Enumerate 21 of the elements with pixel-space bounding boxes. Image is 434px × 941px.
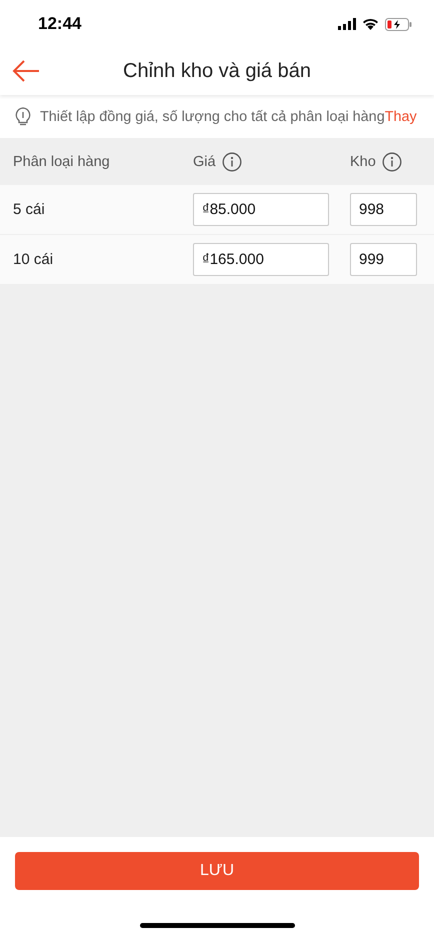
tip-text: Thiết lập đồng giá, số lượng cho tất cả phân loại hàng xyxy=(40,108,385,124)
status-time: 12:44 xyxy=(38,14,82,34)
info-icon[interactable] xyxy=(382,152,402,172)
battery-icon xyxy=(385,18,412,30)
variant-name: 5 cái xyxy=(13,201,46,218)
change-link[interactable]: Thay xyxy=(384,108,417,124)
price-field[interactable]: ₫165.000 xyxy=(193,243,329,276)
save-button[interactable]: LƯU xyxy=(15,852,419,890)
column-header: Kho xyxy=(350,154,376,170)
page-title: Chỉnh kho và giá bán xyxy=(123,60,311,83)
stock-field[interactable]: 999 xyxy=(350,243,417,276)
column-header: Giá xyxy=(193,154,216,170)
column-header: Phân loại hàng xyxy=(13,154,110,170)
stock-field[interactable]: 998 xyxy=(350,193,417,226)
signal-icon xyxy=(338,18,356,30)
back-arrow-icon[interactable] xyxy=(12,59,40,83)
variant-name: 10 cái xyxy=(13,251,54,268)
price-field[interactable]: ₫85.000 xyxy=(193,193,329,226)
wifi-icon xyxy=(362,18,379,30)
info-icon[interactable] xyxy=(222,152,242,172)
lightbulb-icon xyxy=(14,106,32,126)
